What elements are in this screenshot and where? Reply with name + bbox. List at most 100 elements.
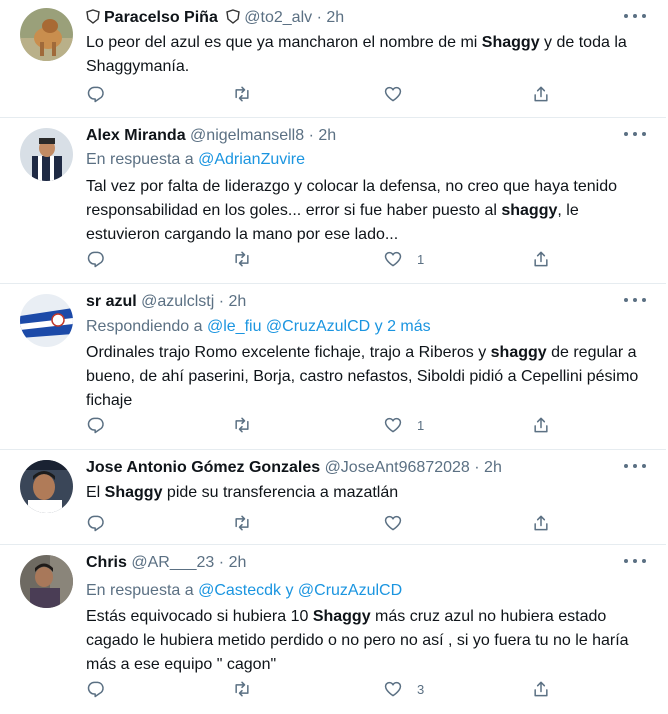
display-name[interactable]: Chris — [86, 554, 127, 571]
like-button[interactable]: 1 — [383, 248, 424, 270]
display-name[interactable]: Jose Antonio Gómez Gonzales — [86, 459, 320, 476]
timestamp[interactable]: 2h — [318, 127, 336, 144]
tweet[interactable]: Chris @AR___23 · 2h En respuesta a @Cast… — [0, 545, 666, 714]
reply-label: En respuesta a — [86, 151, 199, 168]
like-button[interactable]: 3 — [383, 678, 424, 700]
highlighted-term: shaggy — [501, 202, 558, 219]
like-button[interactable] — [383, 512, 417, 534]
tweet-feed: Paracelso Piña @to2_alv · 2h Lo peor del… — [0, 0, 668, 714]
heart-icon — [384, 417, 402, 433]
retweet-icon — [235, 251, 249, 267]
tweet-actions: 1 — [86, 248, 556, 270]
timestamp[interactable]: 2h — [229, 554, 247, 571]
reply-button[interactable] — [86, 248, 106, 270]
share-icon — [534, 515, 548, 531]
heart-icon — [384, 251, 402, 267]
tweet-actions — [86, 512, 556, 534]
heart-icon — [384, 515, 402, 531]
avatar[interactable] — [20, 460, 73, 513]
text-segment: pide su transferencia a mazatlán — [162, 484, 399, 501]
like-button[interactable] — [383, 83, 417, 105]
more-options-icon[interactable] — [624, 8, 646, 24]
retweet-button[interactable] — [232, 414, 252, 436]
retweet-button[interactable] — [232, 512, 252, 534]
tweet-header: Alex Miranda @nigelmansell8 · 2h — [86, 125, 616, 147]
like-count: 1 — [417, 251, 425, 267]
reply-context: En respuesta a @AdrianZuvire — [86, 149, 305, 171]
retweet-button[interactable] — [232, 83, 252, 105]
tweet-header: Paracelso Piña @to2_alv · 2h — [86, 7, 616, 29]
user-handle[interactable]: @JoseAnt96872028 — [325, 459, 470, 476]
tweet-header: Chris @AR___23 · 2h — [86, 552, 616, 574]
reply-label: Respondiendo a — [86, 318, 207, 335]
tweet[interactable]: sr azul @azulclstj · 2h Respondiendo a @… — [0, 284, 666, 450]
reply-icon — [87, 417, 104, 434]
avatar[interactable] — [20, 555, 73, 608]
retweet-button[interactable] — [232, 248, 252, 270]
separator-dot: · — [474, 459, 480, 476]
heart-icon — [384, 681, 402, 697]
user-handle[interactable]: @to2_alv — [244, 9, 312, 26]
timestamp[interactable]: 2h — [484, 459, 502, 476]
reply-button[interactable] — [86, 512, 106, 534]
reply-user-link[interactable]: @AdrianZuvire — [198, 151, 305, 168]
user-handle[interactable]: @azulclstj — [141, 293, 214, 310]
more-options-icon[interactable] — [624, 292, 646, 308]
separator-dot: · — [316, 9, 322, 26]
timestamp[interactable]: 2h — [326, 9, 344, 26]
reply-icon — [87, 681, 104, 698]
share-button[interactable] — [531, 678, 551, 700]
tweet-header: sr azul @azulclstj · 2h — [86, 291, 616, 313]
reply-user-link[interactable]: @Castecdk y @CruzAzulCD — [198, 582, 402, 599]
shield-emoji-icon — [86, 9, 100, 31]
user-handle[interactable]: @AR___23 — [131, 554, 214, 571]
retweet-button[interactable] — [232, 678, 252, 700]
share-button[interactable] — [531, 248, 551, 270]
highlighted-term: Shaggy — [104, 484, 163, 501]
highlighted-term: Shaggy — [312, 608, 371, 625]
share-icon — [534, 251, 548, 267]
reply-button[interactable] — [86, 678, 106, 700]
retweet-icon — [235, 417, 249, 433]
avatar[interactable] — [20, 128, 73, 181]
heart-icon — [384, 86, 402, 102]
separator-dot: · — [218, 293, 225, 310]
reply-user-link[interactable]: @le_fiu @CruzAzulCD y 2 más — [207, 318, 431, 335]
separator-dot: · — [218, 554, 225, 571]
text-segment: Ordinales trajo Romo excelente fichaje, … — [86, 344, 491, 361]
tweet-text: Ordinales trajo Romo excelente fichaje, … — [86, 341, 650, 413]
retweet-icon — [235, 86, 249, 102]
tweet[interactable]: Jose Antonio Gómez Gonzales @JoseAnt9687… — [0, 450, 666, 545]
reply-context: En respuesta a @Castecdk y @CruzAzulCD — [86, 580, 402, 602]
display-name[interactable]: Paracelso Piña — [104, 9, 218, 26]
tweet-text: Tal vez por falta de liderazgo y colocar… — [86, 175, 650, 247]
tweet-actions: 3 — [86, 678, 556, 700]
share-icon — [534, 86, 548, 102]
reply-button[interactable] — [86, 83, 106, 105]
more-options-icon[interactable] — [624, 553, 646, 569]
reply-button[interactable] — [86, 414, 106, 436]
tweet[interactable]: Alex Miranda @nigelmansell8 · 2h En resp… — [0, 118, 666, 284]
avatar[interactable] — [20, 294, 73, 347]
share-button[interactable] — [531, 83, 551, 105]
highlighted-term: shaggy — [490, 344, 547, 361]
tweet-header: Jose Antonio Gómez Gonzales @JoseAnt9687… — [86, 457, 616, 479]
tweet-actions — [86, 83, 556, 105]
more-options-icon[interactable] — [624, 458, 646, 474]
like-button[interactable]: 1 — [383, 414, 424, 436]
share-button[interactable] — [531, 512, 551, 534]
share-button[interactable] — [531, 414, 551, 436]
more-options-icon[interactable] — [624, 126, 646, 142]
avatar[interactable] — [20, 8, 73, 61]
text-segment: Lo peor del azul es que ya mancharon el … — [86, 34, 482, 51]
like-count: 3 — [417, 681, 425, 697]
user-handle[interactable]: @nigelmansell8 — [190, 127, 304, 144]
display-name[interactable]: sr azul — [86, 293, 137, 310]
text-segment: Estás equivocado si hubiera 10 — [86, 608, 313, 625]
timestamp[interactable]: 2h — [229, 293, 247, 310]
tweet[interactable]: Paracelso Piña @to2_alv · 2h Lo peor del… — [0, 0, 666, 118]
share-icon — [534, 681, 548, 697]
display-name[interactable]: Alex Miranda — [86, 127, 186, 144]
share-icon — [534, 417, 548, 433]
shield-emoji-icon — [226, 9, 241, 31]
